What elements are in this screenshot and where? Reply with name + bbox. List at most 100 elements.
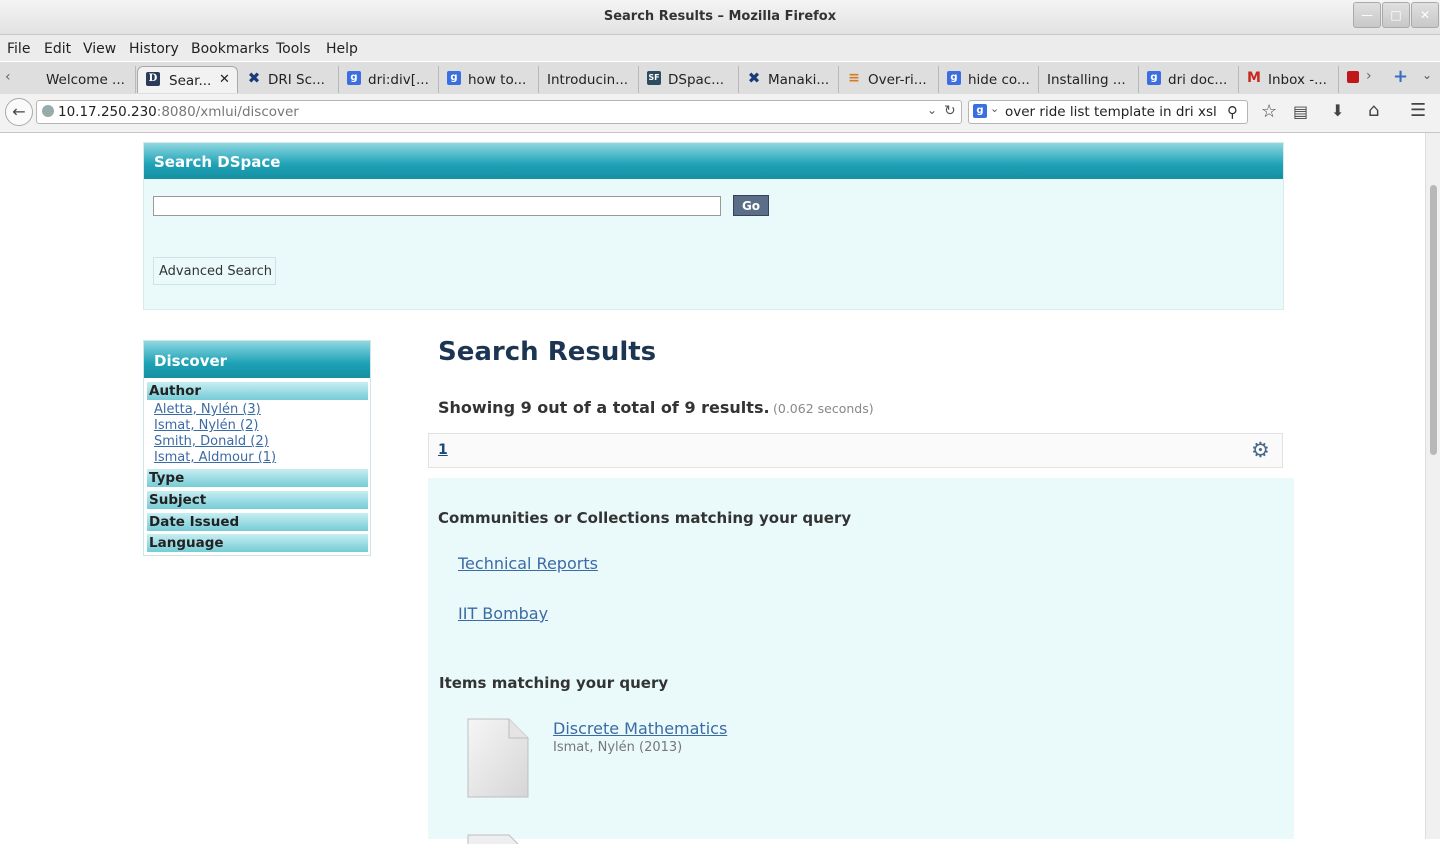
- tab-dspace[interactable]: SF DSpac...: [639, 66, 739, 93]
- google-icon: g: [447, 71, 461, 85]
- document-thumbnail-icon[interactable]: [467, 834, 529, 844]
- discover-header: Discover: [144, 341, 370, 378]
- facet-language[interactable]: Language: [147, 534, 368, 552]
- navigation-bar: ← 10.17.250.230:8080/xmlui/discover ⌄ ↻ …: [0, 94, 1440, 133]
- facet-author[interactable]: Author: [147, 382, 368, 400]
- menu-hamburger-icon[interactable]: ☰: [1410, 100, 1426, 121]
- document-thumbnail-icon[interactable]: [467, 718, 529, 798]
- scrollbar-thumb[interactable]: [1430, 185, 1437, 455]
- tab-how-to[interactable]: g how to...: [439, 66, 539, 93]
- tab-dri-schema[interactable]: ✖ DRI Sc...: [239, 66, 339, 93]
- google-icon: g: [1147, 71, 1161, 85]
- web-search-input[interactable]: over ride list template in dri xsl: [1005, 104, 1217, 120]
- menu-history[interactable]: History: [129, 41, 179, 57]
- close-window-button[interactable]: ✕: [1411, 2, 1439, 28]
- tools-icon: ✖: [247, 69, 261, 87]
- tab-label: Manaki...: [768, 72, 830, 88]
- tab-introducing[interactable]: Introducin...: [539, 66, 639, 93]
- menu-view[interactable]: View: [83, 41, 116, 57]
- facet-label: Subject: [149, 492, 207, 508]
- facet-link-ismat-aldmour[interactable]: Ismat, Aldmour (1): [154, 450, 276, 465]
- tab-label: Over-ri...: [868, 72, 927, 88]
- search-dspace-panel: Search DSpace Go Advanced Search: [143, 142, 1284, 310]
- stackoverflow-icon: ≡: [848, 70, 860, 86]
- facet-type[interactable]: Type: [147, 469, 368, 487]
- web-search-bar[interactable]: g ⌄ over ride list template in dri xsl ⚲: [968, 100, 1248, 124]
- communities-heading: Communities or Collections matching your…: [438, 509, 852, 527]
- google-search-engine-icon[interactable]: g: [973, 104, 987, 118]
- page-link-1[interactable]: 1: [438, 442, 448, 458]
- site-info-icon[interactable]: [42, 105, 54, 117]
- maximize-button[interactable]: □: [1382, 2, 1410, 28]
- tab-search-results[interactable]: D Sear... ✕: [137, 66, 238, 93]
- tab-label: Inbox -...: [1268, 72, 1327, 88]
- results-time: (0.062 seconds): [773, 401, 874, 416]
- menu-file[interactable]: File: [7, 41, 30, 57]
- bookmarks-menu-icon[interactable]: ▤: [1293, 102, 1308, 121]
- google-icon: g: [947, 71, 961, 85]
- engine-dropdown-icon[interactable]: ⌄: [990, 102, 999, 115]
- page-title: Search Results: [438, 337, 657, 367]
- tabs-scroll-left-icon[interactable]: ‹: [5, 69, 11, 85]
- gmail-icon: M: [1247, 70, 1261, 86]
- results-summary: Showing 9 out of a total of 9 results.: [438, 398, 770, 417]
- window-titlebar: Search Results – Mozilla Firefox — □ ✕: [0, 0, 1440, 35]
- url-path: :8080/xmlui/discover: [156, 104, 299, 120]
- community-link-iit-bombay[interactable]: IIT Bombay: [458, 604, 548, 623]
- url-text: 10.17.250.230:8080/xmlui/discover: [58, 104, 299, 120]
- new-tab-icon[interactable]: +: [1393, 66, 1408, 87]
- tab-dri-doc[interactable]: g dri doc...: [1139, 66, 1239, 93]
- tab-over-riding[interactable]: ≡ Over-ri...: [839, 66, 939, 93]
- tab-label: DRI Sc...: [268, 72, 325, 88]
- discover-panel: Discover Author Aletta, Nylén (3) Ismat,…: [143, 340, 371, 556]
- advanced-search-label: Advanced Search: [159, 264, 273, 279]
- tab-label: Introducin...: [547, 72, 629, 88]
- close-tab-icon[interactable]: ✕: [219, 72, 230, 87]
- item-link-discrete-mathematics[interactable]: Discrete Mathematics: [553, 719, 727, 738]
- facet-label: Author: [149, 383, 202, 399]
- tab-hide-co[interactable]: g hide co...: [939, 66, 1039, 93]
- search-go-icon[interactable]: ⚲: [1227, 103, 1238, 121]
- bookmark-star-icon[interactable]: ☆: [1261, 101, 1277, 122]
- menu-help[interactable]: Help: [326, 41, 358, 57]
- menu-bookmarks[interactable]: Bookmarks: [191, 41, 269, 57]
- community-link-technical-reports[interactable]: Technical Reports: [458, 554, 598, 573]
- menu-edit[interactable]: Edit: [44, 41, 71, 57]
- youtube-tab-icon[interactable]: [1347, 71, 1359, 83]
- discover-title: Discover: [154, 352, 228, 370]
- tab-welcome[interactable]: Welcome ...: [36, 66, 136, 93]
- gear-icon[interactable]: ⚙: [1251, 438, 1270, 462]
- downloads-icon[interactable]: ⬇: [1331, 101, 1344, 120]
- tab-label: DSpac...: [668, 72, 725, 88]
- facet-subject[interactable]: Subject: [147, 491, 368, 509]
- tabs-scroll-right-icon[interactable]: ›: [1366, 68, 1372, 84]
- facet-date-issued[interactable]: Date Issued: [147, 513, 368, 531]
- tools-icon: ✖: [747, 69, 761, 87]
- menu-tools[interactable]: Tools: [276, 41, 311, 57]
- facet-link-aletta-nylen[interactable]: Aletta, Nylén (3): [154, 402, 261, 417]
- facet-label: Type: [149, 470, 185, 486]
- search-panel-title: Search DSpace: [154, 153, 281, 171]
- page-scrollbar[interactable]: [1425, 133, 1440, 839]
- url-host: 10.17.250.230: [58, 104, 157, 120]
- home-icon[interactable]: ⌂: [1368, 100, 1379, 121]
- facet-label: Date Issued: [149, 514, 240, 530]
- advanced-search-button[interactable]: Advanced Search: [153, 257, 276, 285]
- facet-label: Language: [149, 535, 224, 551]
- tab-label: Welcome ...: [46, 72, 125, 88]
- tab-dri-div[interactable]: g dri:div[...: [339, 66, 439, 93]
- minimize-button[interactable]: —: [1353, 2, 1381, 28]
- search-query-input[interactable]: [153, 196, 721, 216]
- facet-link-ismat-nylen[interactable]: Ismat, Nylén (2): [154, 418, 258, 433]
- tab-label: hide co...: [968, 72, 1030, 88]
- tab-installing[interactable]: Installing ...: [1039, 66, 1139, 93]
- tab-managing[interactable]: ✖ Manaki...: [739, 66, 839, 93]
- go-button[interactable]: Go: [733, 195, 769, 216]
- tab-list-icon[interactable]: ⌄: [1422, 68, 1432, 82]
- url-bar[interactable]: 10.17.250.230:8080/xmlui/discover ⌄ ↻: [36, 100, 962, 124]
- reload-icon[interactable]: ↻: [944, 103, 956, 119]
- facet-link-smith-donald[interactable]: Smith, Donald (2): [154, 434, 269, 449]
- tab-inbox[interactable]: M Inbox -...: [1239, 66, 1339, 93]
- url-history-dropdown-icon[interactable]: ⌄: [927, 103, 937, 117]
- back-button[interactable]: ←: [5, 98, 33, 126]
